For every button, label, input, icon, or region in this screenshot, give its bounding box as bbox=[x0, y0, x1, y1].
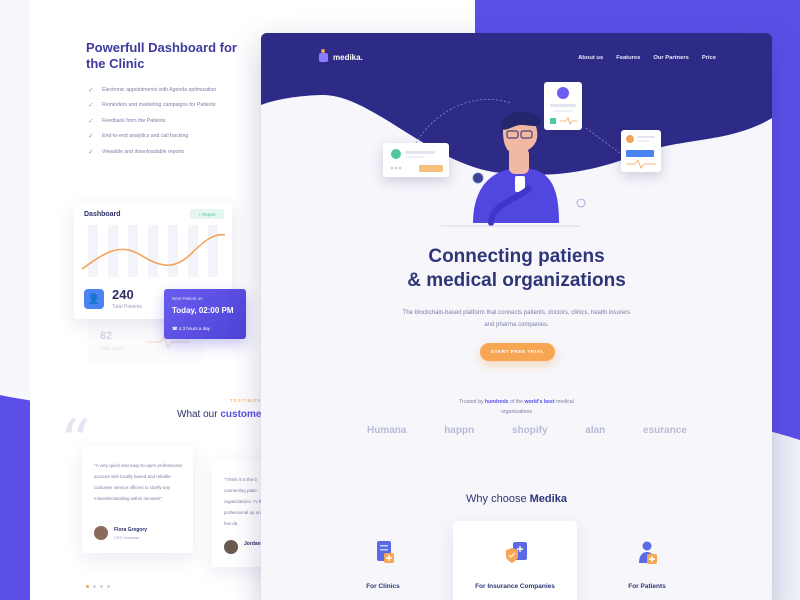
brand-alan-logo: alan bbox=[585, 425, 606, 436]
profile-widget bbox=[544, 82, 582, 130]
testimonial-author: Flora Gregory bbox=[114, 527, 148, 533]
testimonial-text: "A very quick and easy-to-open professio… bbox=[94, 463, 182, 501]
brand-shopify-logo: shopify bbox=[511, 425, 548, 436]
logo-mark-icon bbox=[319, 49, 328, 62]
partner-logos: Humana happn shopify alan esurance bbox=[367, 425, 687, 436]
ghost-stat-value: 82 bbox=[100, 330, 113, 342]
patient-widget bbox=[383, 143, 449, 177]
total-patients-value: 240 bbox=[112, 287, 134, 302]
check-icon: ✓ bbox=[88, 117, 94, 125]
total-patients-label: Total Patients bbox=[112, 304, 143, 310]
phone-icon: ☎ bbox=[172, 326, 179, 331]
avatar bbox=[94, 526, 108, 540]
check-icon: ✓ bbox=[88, 133, 94, 141]
next-patient-duration: ☎ 4.3 hours a day bbox=[172, 326, 210, 331]
ghost-stat-label: Total hours bbox=[100, 346, 125, 352]
profile-widget-content-icon bbox=[550, 87, 577, 125]
dashboard-wave-chart bbox=[82, 225, 225, 277]
nav-about[interactable]: About us bbox=[578, 55, 603, 61]
trusted-by-text: Trusted by hundreds of the world's best … bbox=[459, 399, 574, 415]
dashboard-title: Dashboard bbox=[84, 211, 121, 218]
hero-subtitle: The blockchain-based platform that conne… bbox=[402, 310, 631, 328]
feature-list: ✓ Electronic appointments with Agenda opt… bbox=[88, 82, 216, 160]
check-icon: ✓ bbox=[88, 102, 94, 110]
why-card-patients[interactable]: For Patients bbox=[585, 521, 709, 600]
carousel-dot[interactable] bbox=[86, 585, 89, 588]
brand-esurance-logo: esurance bbox=[643, 425, 687, 436]
feature-item: ✓ Electronic appointments with Agenda opt… bbox=[88, 86, 217, 94]
testimonials-title: What our custome bbox=[177, 409, 262, 420]
testimonial-author: Jordan bbox=[244, 541, 261, 547]
report-button[interactable]: ↓ Report bbox=[190, 209, 224, 219]
check-icon: ✓ bbox=[88, 148, 94, 156]
next-patient-time: Today, 02:00 PM bbox=[172, 306, 234, 315]
nav-features[interactable]: Features bbox=[616, 55, 640, 61]
brand-happn-logo: happn bbox=[444, 425, 475, 436]
widget-content-icon bbox=[390, 149, 443, 172]
avatar bbox=[224, 540, 238, 554]
feature-item: ✓ Viewable and downloadable reports bbox=[88, 148, 185, 156]
testimonial-role: CEO Humana bbox=[114, 535, 139, 540]
hero-title: Connecting patiens & medical organizatio… bbox=[407, 246, 626, 291]
left-panel-title: Powerfull Dashboard for the Clinic bbox=[86, 40, 237, 71]
top-nav: About us Features Our Partners Price bbox=[578, 55, 716, 61]
insurance-shield-icon bbox=[506, 542, 527, 563]
check-icon: ✓ bbox=[88, 86, 94, 94]
website-preview: medika. About us Features Our Partners P… bbox=[261, 33, 772, 600]
carousel-dots bbox=[86, 585, 110, 588]
feature-item: ✓ Feedback from the Patients bbox=[88, 117, 166, 125]
carousel-dot[interactable] bbox=[93, 585, 96, 588]
stats-widget-content-icon bbox=[626, 135, 656, 169]
nav-partners[interactable]: Our Partners bbox=[653, 55, 688, 61]
patient-person-icon bbox=[639, 541, 657, 564]
carousel-dot[interactable] bbox=[107, 585, 110, 588]
carousel-dot[interactable] bbox=[100, 585, 103, 588]
why-card-insurance[interactable]: For Insurance Companies bbox=[453, 521, 577, 600]
testimonials-eyebrow: TESTIMON bbox=[230, 398, 262, 403]
next-patient-label: Next Patient on bbox=[172, 296, 203, 301]
stats-widget bbox=[621, 130, 661, 172]
why-card-clinics[interactable]: For Clinics bbox=[321, 521, 445, 600]
start-free-trial-button[interactable]: START FREE TRIAL bbox=[480, 343, 555, 361]
next-patient-card: Next Patient on Today, 02:00 PM ☎ 4.3 ho… bbox=[164, 289, 246, 339]
patients-avatar-icon: 👤 bbox=[84, 289, 104, 309]
clinic-document-icon bbox=[377, 541, 394, 563]
feature-item: ✓ Reminders and marketing campaigns for P… bbox=[88, 102, 216, 110]
feature-item: ✓ End-to-end analytics and call tracking bbox=[88, 133, 189, 141]
logo[interactable]: medika. bbox=[319, 49, 363, 62]
testimonial-card: "A very quick and easy-to-open professio… bbox=[82, 446, 193, 553]
nav-price[interactable]: Price bbox=[702, 55, 716, 61]
why-choose-title: Why choose Medika bbox=[466, 493, 567, 505]
brand-humana-logo: Humana bbox=[367, 425, 407, 436]
